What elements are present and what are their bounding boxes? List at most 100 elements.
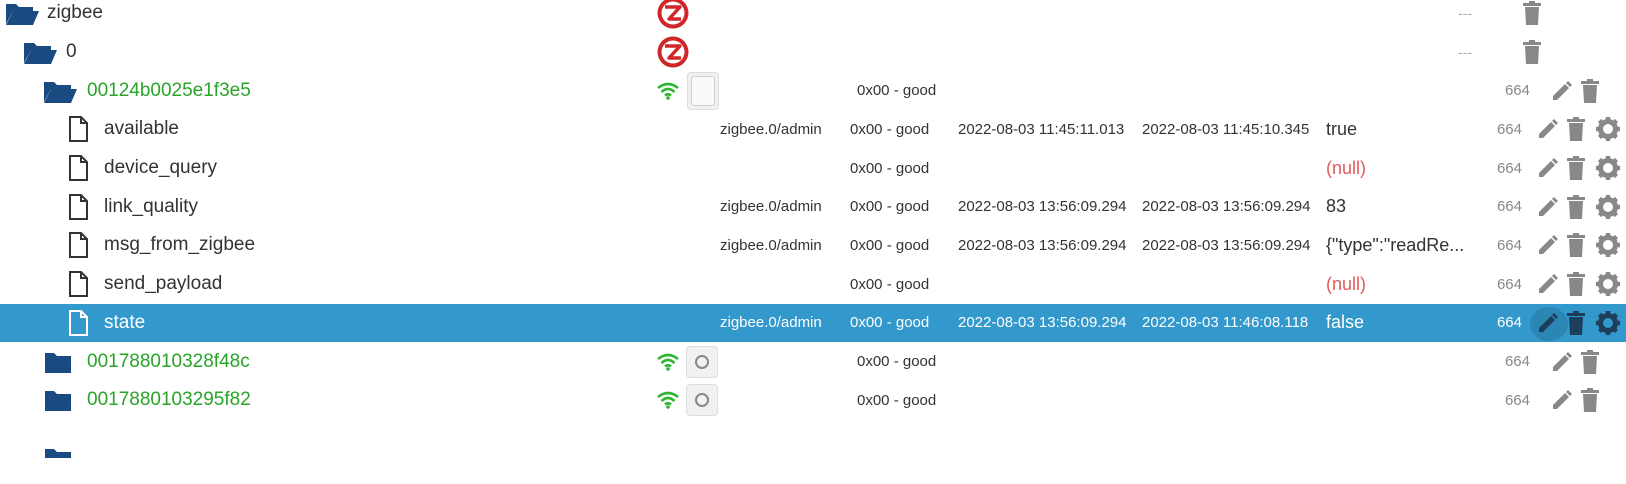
gear-icon[interactable] — [1595, 304, 1621, 343]
state-value[interactable]: (null) — [1326, 265, 1366, 304]
state-value[interactable]: 83 — [1326, 187, 1346, 226]
delete-icon[interactable] — [1580, 71, 1600, 110]
folder-closed-icon[interactable] — [44, 342, 72, 381]
zigbee-logo-icon — [657, 0, 689, 33]
tree-row-state[interactable]: available zigbee.0/admin 0x00 - good 202… — [0, 110, 1626, 149]
delete-icon[interactable] — [1522, 33, 1542, 72]
tree-item-label[interactable]: 0 — [66, 33, 77, 72]
tree-row-state[interactable]: device_query 0x00 - good (null) 664 — [0, 149, 1626, 188]
device-image — [686, 342, 718, 381]
last-change: 2022-08-03 11:46:08.118 — [1142, 314, 1309, 332]
tree-item-label[interactable]: send_payload — [104, 265, 222, 304]
device-image — [687, 71, 719, 110]
edit-icon[interactable] — [1536, 304, 1560, 343]
folder-open-icon[interactable] — [42, 71, 78, 110]
last-change: 2022-08-03 11:45:10.345 — [1142, 120, 1310, 138]
gear-icon[interactable] — [1595, 226, 1621, 265]
tree-item-label[interactable]: link_quality — [104, 187, 198, 226]
edit-icon[interactable] — [1550, 71, 1574, 110]
acl-value: 664 — [1504, 82, 1530, 100]
tree-item-label[interactable]: msg_from_zigbee — [104, 226, 255, 265]
wifi-icon — [657, 342, 679, 381]
last-change: 2022-08-03 13:56:09.294 — [1142, 198, 1311, 216]
file-icon — [68, 226, 88, 265]
state-value[interactable]: {"type":"readRe... — [1326, 226, 1464, 265]
delete-icon[interactable] — [1566, 265, 1586, 304]
delete-icon[interactable] — [1580, 381, 1600, 420]
delete-icon[interactable] — [1566, 226, 1586, 265]
tree-row-state-selected[interactable]: state zigbee.0/admin 0x00 - good 2022-08… — [0, 303, 1626, 343]
file-icon — [68, 265, 88, 304]
tree-row-zigbee[interactable]: zigbee --- — [0, 0, 1626, 33]
acl-value: --- — [1458, 44, 1472, 61]
edit-icon[interactable] — [1536, 226, 1560, 265]
folder-closed-icon[interactable] — [44, 381, 72, 420]
quality-status: 0x00 - good — [857, 353, 937, 371]
delete-icon[interactable] — [1580, 342, 1600, 381]
quality-status: 0x00 - good — [850, 120, 930, 138]
zigbee-logo-icon — [657, 33, 689, 72]
owner-user: zigbee.0/admin — [720, 198, 822, 216]
tree-item-label[interactable]: 00124b0025e1f3e5 — [87, 71, 251, 110]
folder-closed-icon[interactable] — [44, 420, 72, 484]
quality-status: 0x00 - good — [850, 314, 930, 332]
acl-value: 664 — [1496, 159, 1522, 177]
delete-icon[interactable] — [1566, 110, 1586, 149]
state-value[interactable]: (null) — [1326, 149, 1366, 188]
tree-item-label[interactable]: state — [104, 304, 145, 343]
gear-icon[interactable] — [1595, 265, 1621, 304]
wifi-icon — [657, 381, 679, 420]
delete-icon[interactable] — [1566, 149, 1586, 188]
tree-item-label[interactable]: 001788010328f48c — [87, 342, 250, 381]
edit-icon[interactable] — [1536, 149, 1560, 188]
delete-icon[interactable] — [1522, 0, 1542, 33]
tree-row-partial[interactable] — [0, 420, 1626, 459]
quality-status: 0x00 - good — [857, 391, 937, 409]
tree-item-label[interactable]: device_query — [104, 149, 217, 188]
file-icon — [68, 110, 88, 149]
acl-value: --- — [1458, 5, 1472, 22]
timestamp: 2022-08-03 13:56:09.294 — [958, 236, 1127, 254]
tree-row-state[interactable]: link_quality zigbee.0/admin 0x00 - good … — [0, 187, 1626, 226]
quality-status: 0x00 - good — [850, 198, 930, 216]
quality-status: 0x00 - good — [850, 275, 930, 293]
tree-item-label[interactable]: available — [104, 110, 179, 149]
wifi-icon — [657, 71, 679, 110]
owner-user: zigbee.0/admin — [720, 314, 822, 332]
tree-item-label[interactable]: zigbee — [47, 0, 103, 33]
edit-icon[interactable] — [1550, 342, 1574, 381]
tree-row-device[interactable]: 0017880103295f82 0x00 - good 664 — [0, 381, 1626, 420]
tree-item-label[interactable]: 0017880103295f82 — [87, 381, 251, 420]
acl-value: 664 — [1496, 314, 1522, 332]
edit-icon[interactable] — [1550, 381, 1574, 420]
timestamp: 2022-08-03 13:56:09.294 — [958, 198, 1127, 216]
timestamp: 2022-08-03 11:45:11.013 — [958, 120, 1125, 138]
delete-icon[interactable] — [1566, 187, 1586, 226]
acl-value: 664 — [1496, 275, 1522, 293]
quality-status: 0x00 - good — [850, 236, 930, 254]
gear-icon[interactable] — [1595, 149, 1621, 188]
owner-user: zigbee.0/admin — [720, 236, 822, 254]
state-value[interactable]: false — [1326, 304, 1364, 343]
edit-icon[interactable] — [1536, 110, 1560, 149]
last-change: 2022-08-03 13:56:09.294 — [1142, 236, 1311, 254]
acl-value: 664 — [1496, 120, 1522, 138]
edit-icon[interactable] — [1536, 265, 1560, 304]
tree-row-0[interactable]: 0 --- — [0, 33, 1626, 72]
tree-row-state[interactable]: msg_from_zigbee zigbee.0/admin 0x00 - go… — [0, 226, 1626, 265]
tree-row-state[interactable]: send_payload 0x00 - good (null) 664 — [0, 265, 1626, 304]
tree-row-device[interactable]: 001788010328f48c 0x00 - good 664 — [0, 342, 1626, 381]
timestamp: 2022-08-03 13:56:09.294 — [958, 314, 1127, 332]
delete-icon[interactable] — [1566, 304, 1586, 343]
folder-open-icon[interactable] — [22, 33, 58, 72]
object-tree: zigbee --- 0 --- 00124b0025e1f3e5 0x00 -… — [0, 0, 1626, 458]
acl-value: 664 — [1504, 391, 1530, 409]
gear-icon[interactable] — [1595, 110, 1621, 149]
tree-row-device[interactable]: 00124b0025e1f3e5 0x00 - good 664 — [0, 71, 1626, 110]
state-value[interactable]: true — [1326, 110, 1357, 149]
edit-icon[interactable] — [1536, 187, 1560, 226]
folder-open-icon[interactable] — [4, 0, 40, 33]
gear-icon[interactable] — [1595, 187, 1621, 226]
file-icon — [68, 304, 88, 343]
file-icon — [68, 187, 88, 226]
